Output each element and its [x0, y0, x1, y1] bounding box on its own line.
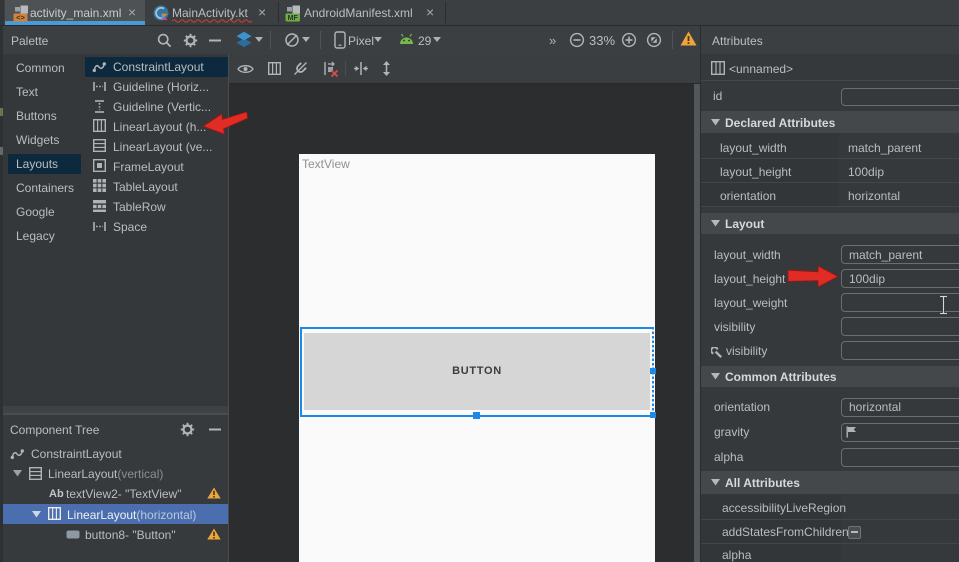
svg-text:<>: <> [16, 13, 25, 22]
svg-text:MF: MF [288, 15, 299, 22]
